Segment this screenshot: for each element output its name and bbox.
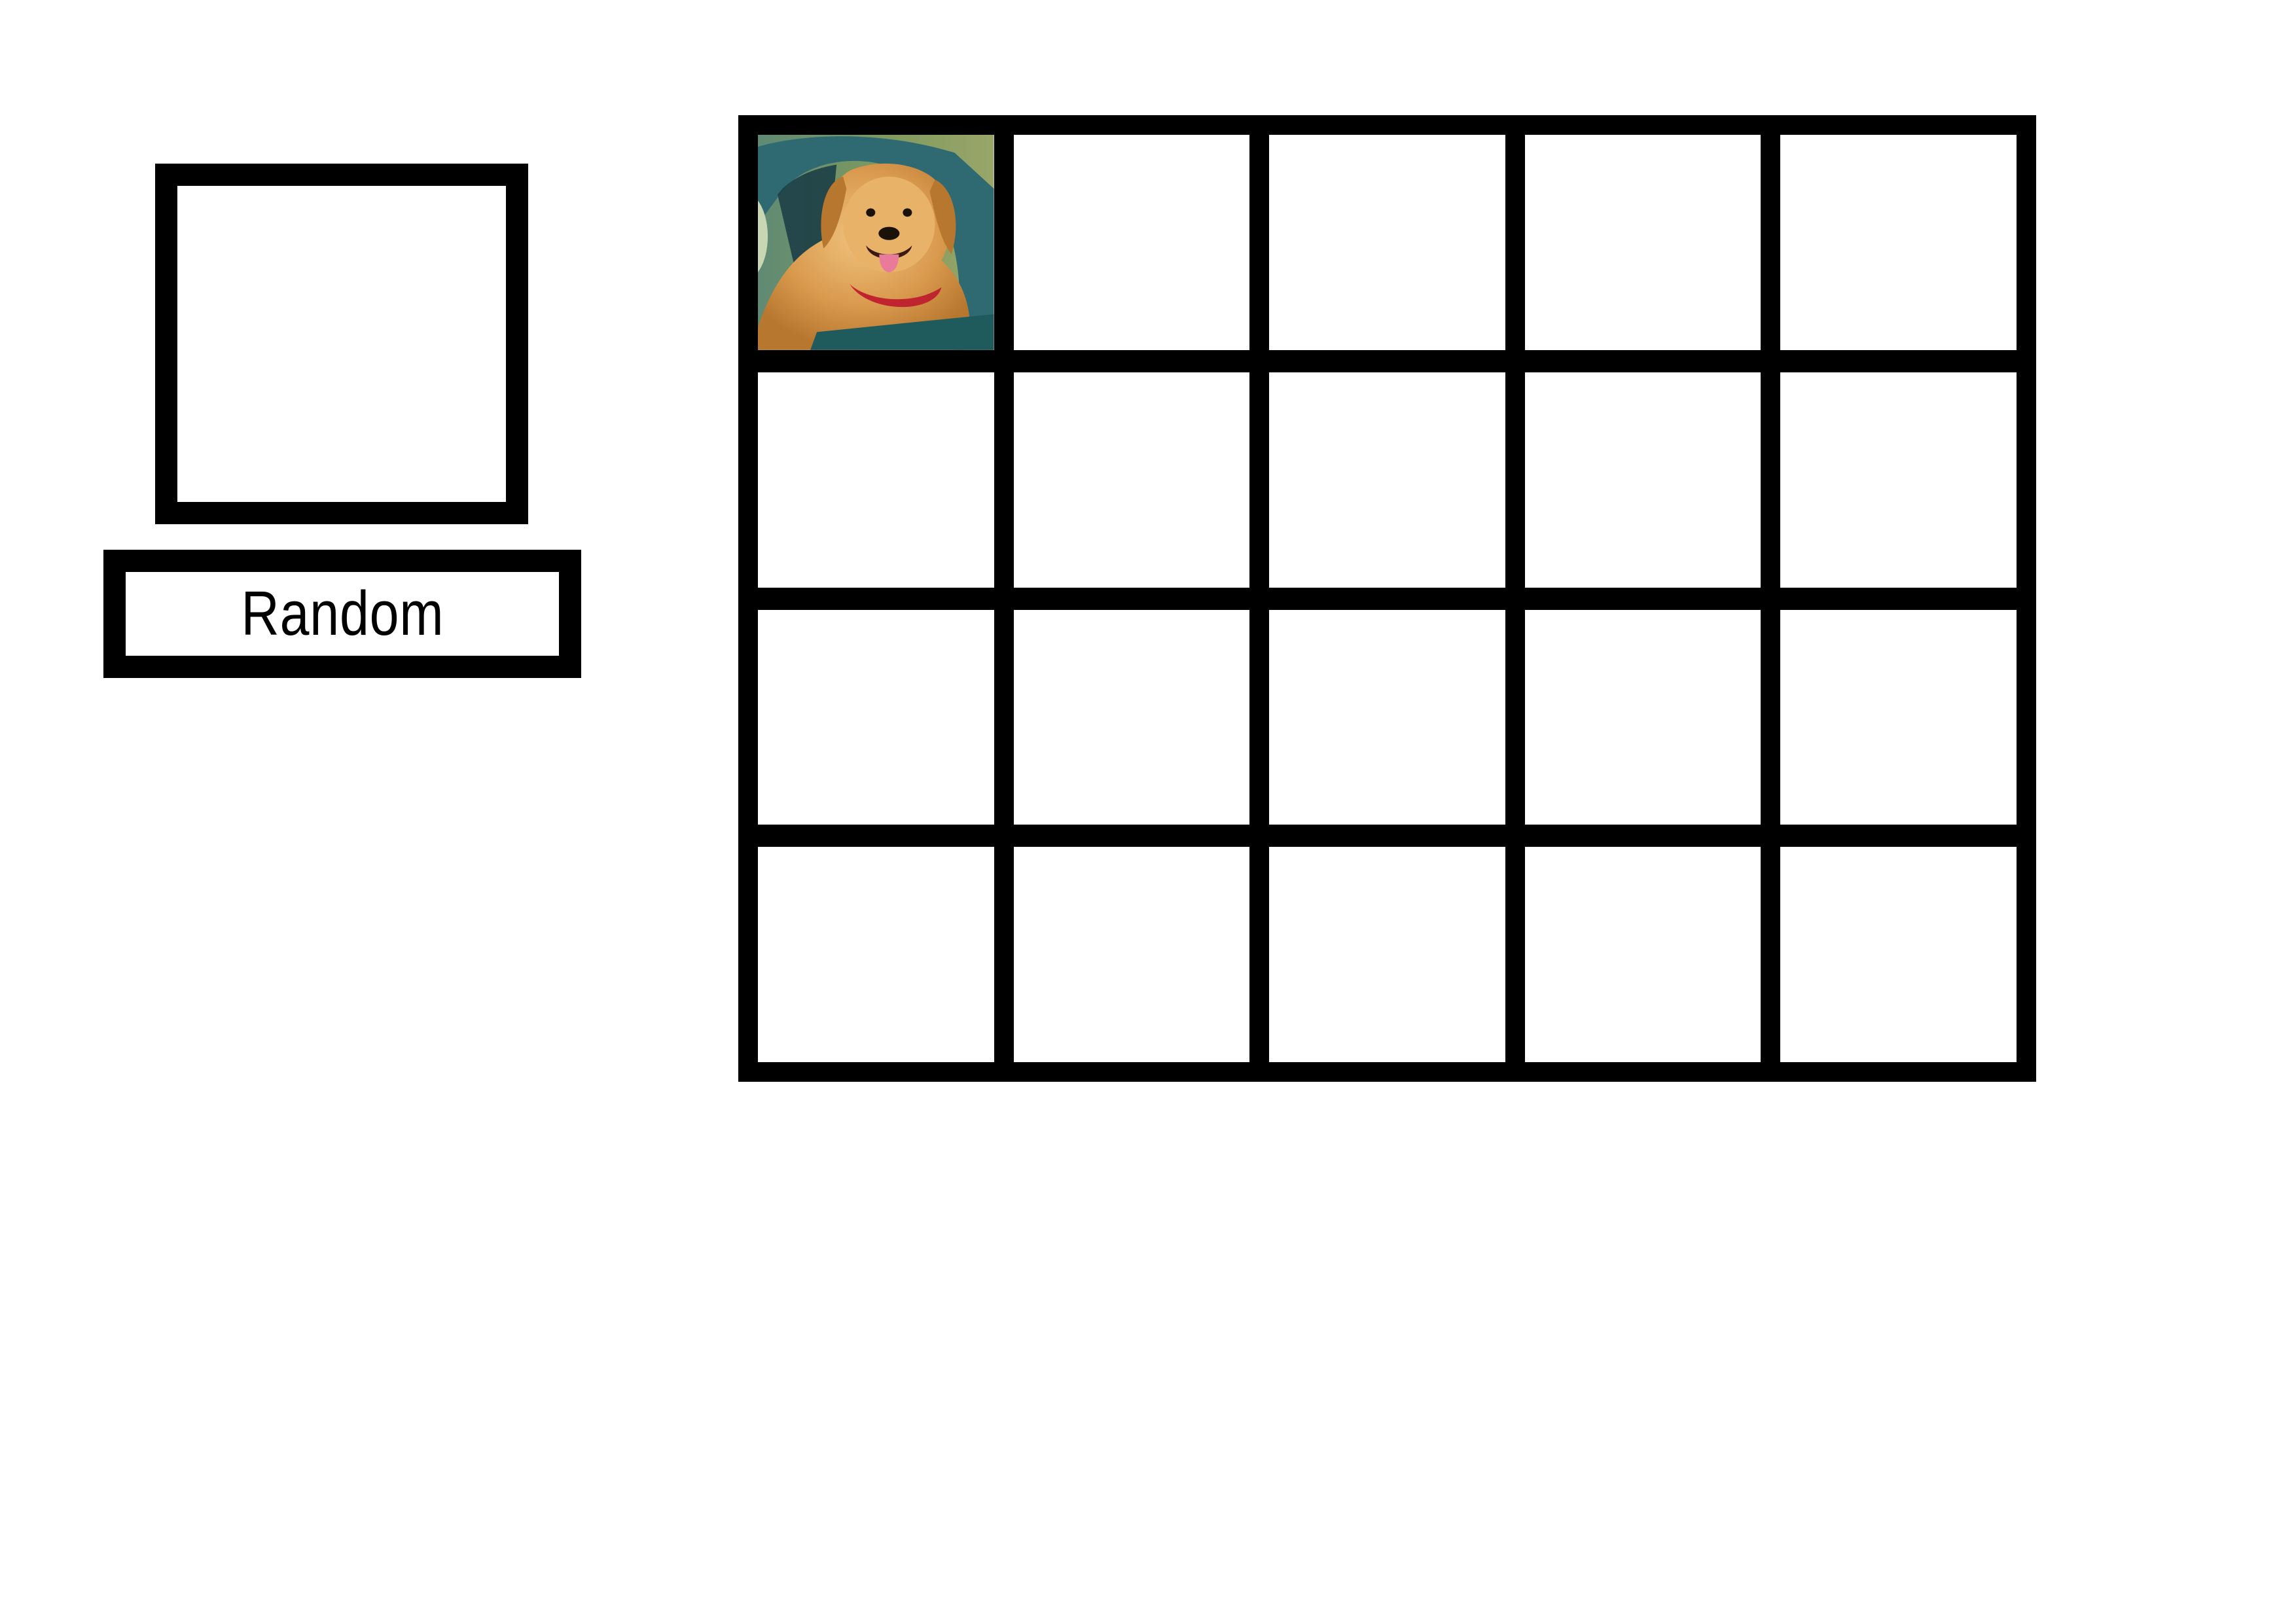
random-button-label: Random <box>241 579 444 649</box>
grid-cell-1-3[interactable] <box>1269 135 1505 350</box>
random-button[interactable]: Random <box>103 550 581 678</box>
grid-cell-4-1[interactable] <box>758 847 994 1062</box>
grid-cell-2-3[interactable] <box>1269 372 1505 588</box>
grid-cell-2-2[interactable] <box>1013 372 1250 588</box>
grid-cell-3-4[interactable] <box>1524 609 1761 825</box>
grid-cell-4-4[interactable] <box>1524 847 1761 1062</box>
grid-cell-1-2[interactable] <box>1013 135 1250 350</box>
grid-cell-1-4[interactable] <box>1524 135 1761 350</box>
grid-cell-1-5[interactable] <box>1780 135 2017 350</box>
grid-cell-3-1[interactable] <box>758 609 994 825</box>
grid-cell-4-5[interactable] <box>1780 847 2017 1062</box>
grid-cell-2-5[interactable] <box>1780 372 2017 588</box>
grid-cell-4-2[interactable] <box>1013 847 1250 1062</box>
grid-cell-3-3[interactable] <box>1269 609 1505 825</box>
grid-cell-3-2[interactable] <box>1013 609 1250 825</box>
grid-cell-2-1[interactable] <box>758 372 994 588</box>
grid-cell-3-5[interactable] <box>1780 609 2017 825</box>
grid-cell-4-3[interactable] <box>1269 847 1505 1062</box>
selected-image-preview <box>155 164 528 524</box>
dog-photo[interactable] <box>758 135 994 350</box>
image-grid <box>738 115 2036 1082</box>
grid-cell-2-4[interactable] <box>1524 372 1761 588</box>
grid-cell-1-1[interactable] <box>758 135 994 350</box>
